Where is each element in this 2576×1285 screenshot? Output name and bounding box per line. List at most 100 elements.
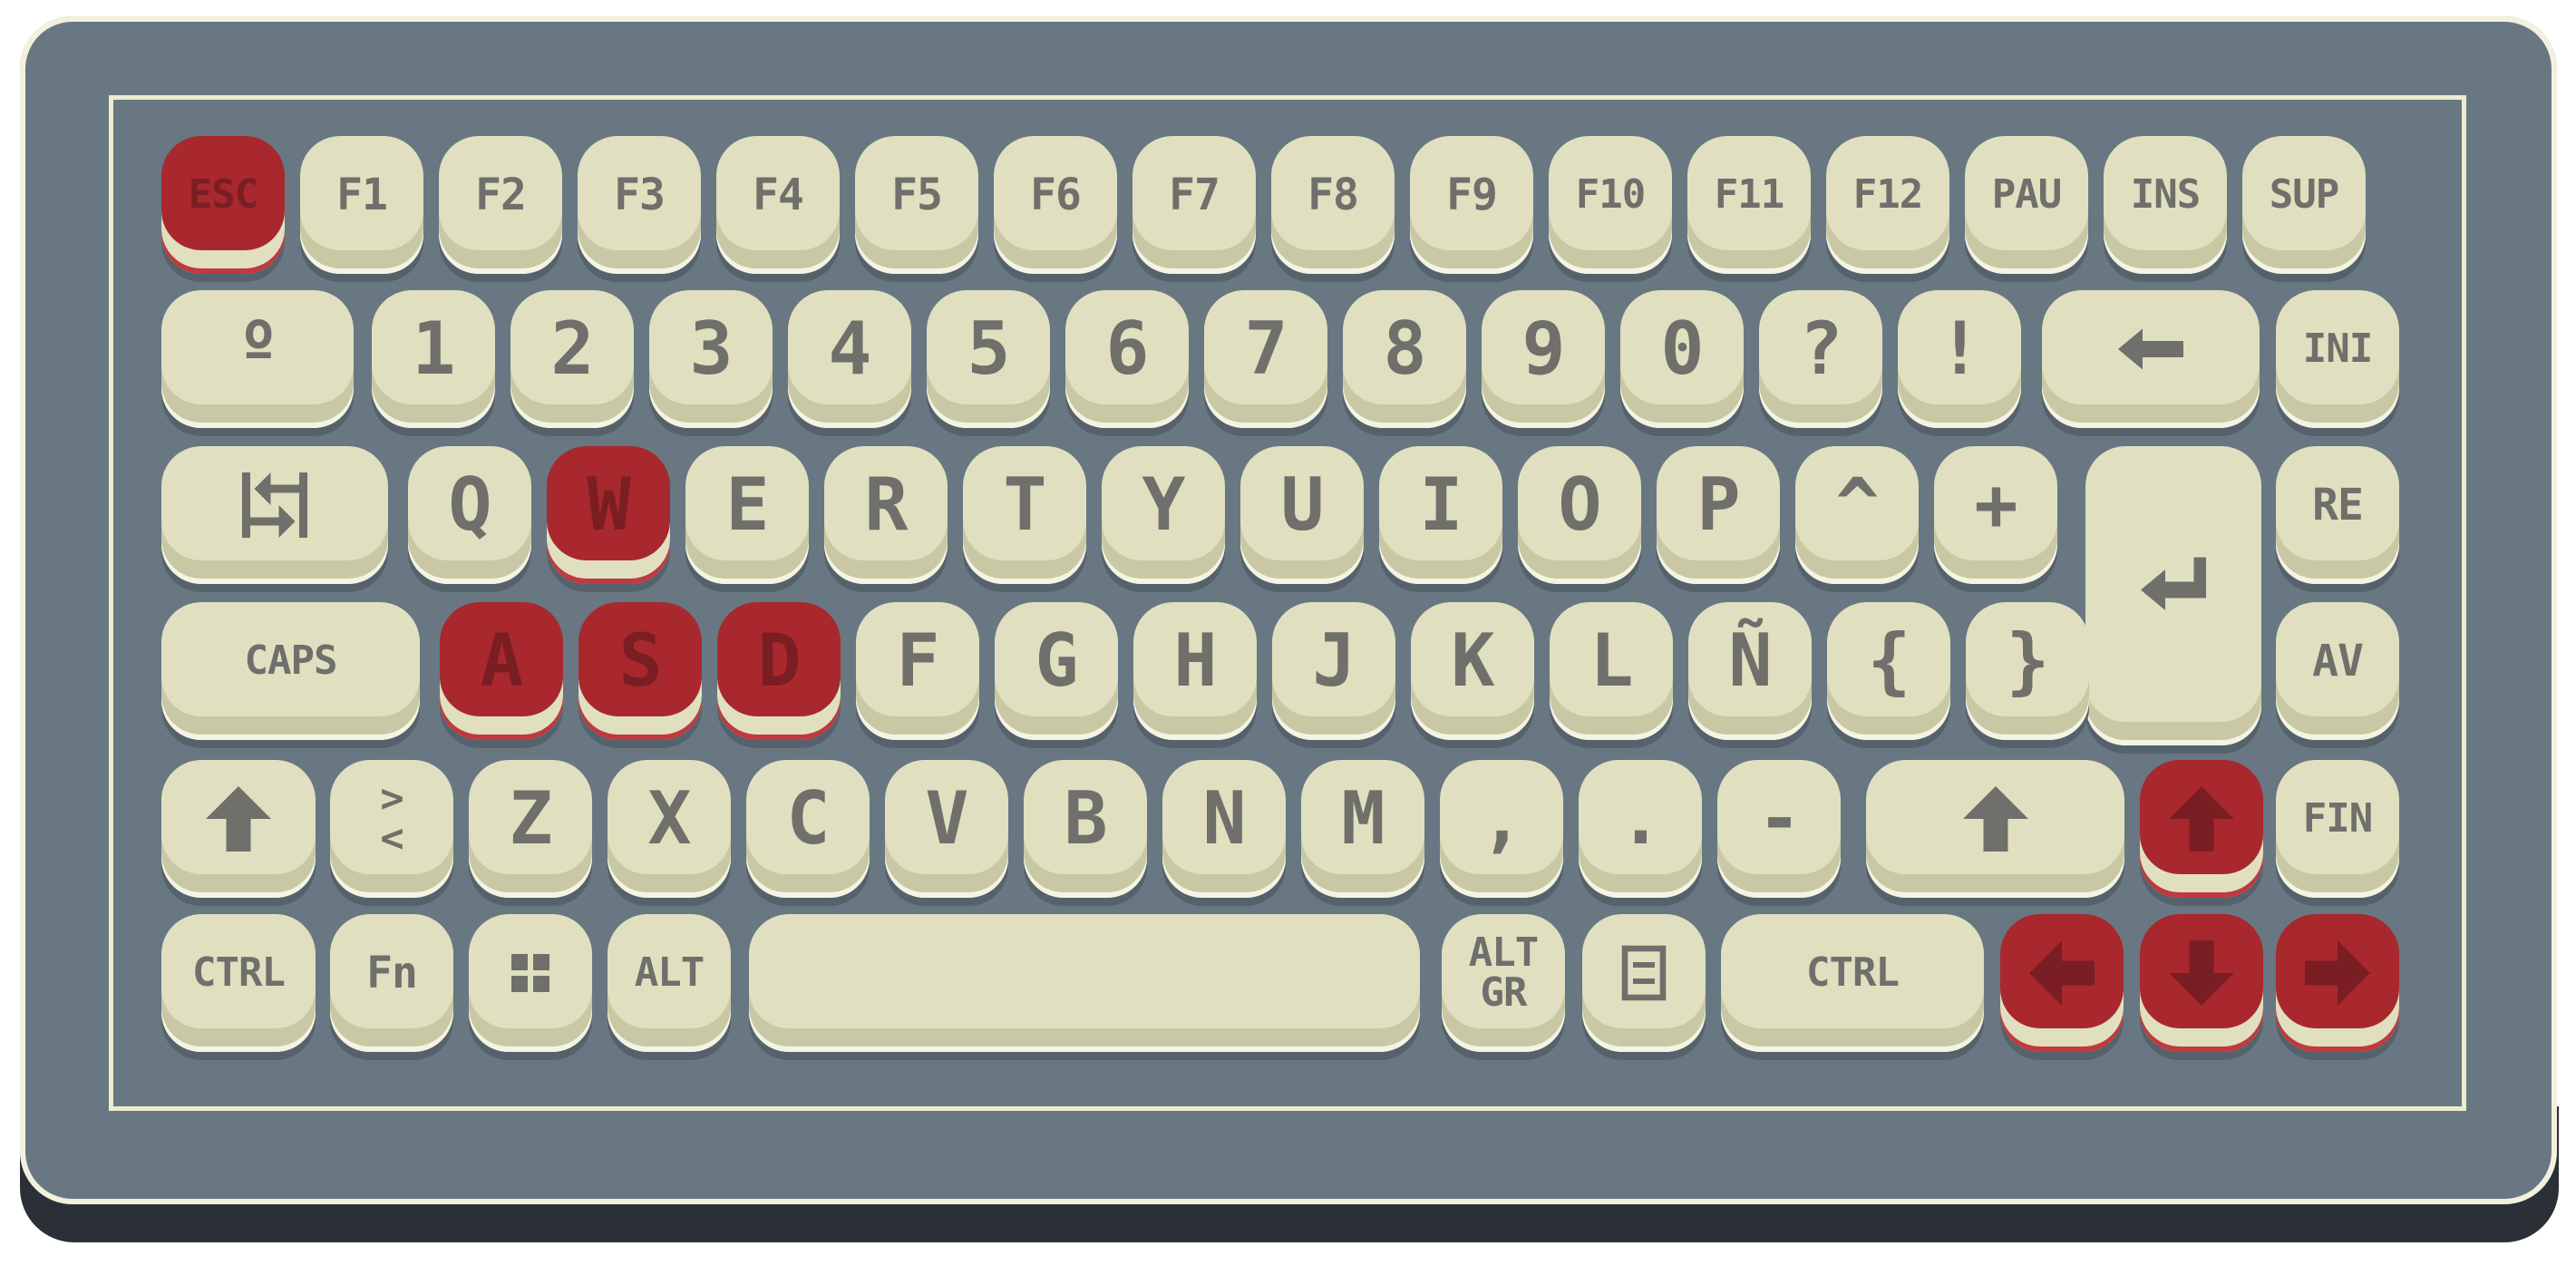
key-6[interactable]: 6 [1065, 290, 1189, 428]
key-menu[interactable] [1582, 914, 1706, 1052]
key-down[interactable] [2140, 914, 2263, 1052]
key-r[interactable]: R [824, 446, 948, 584]
key-rbrace[interactable]: } [1966, 602, 2089, 740]
key-legend: G [1035, 618, 1078, 703]
key-5[interactable]: 5 [927, 290, 1050, 428]
key-8[interactable]: 8 [1343, 290, 1466, 428]
key-w[interactable]: W [547, 446, 670, 584]
key-lshift[interactable] [161, 760, 316, 898]
key-legend: 1 [412, 307, 455, 391]
key-f4[interactable]: F4 [716, 136, 840, 274]
key-legend: 0 [1660, 307, 1704, 391]
key-i[interactable]: I [1379, 446, 1502, 584]
key-f[interactable]: F [856, 602, 979, 740]
key-caret[interactable]: ^ [1795, 446, 1919, 584]
key-legend: F7 [1169, 170, 1220, 220]
key-question[interactable]: ? [1759, 290, 1882, 428]
key-f12[interactable]: F12 [1826, 136, 1949, 274]
key-lctrl[interactable]: CTRL [161, 914, 316, 1052]
key-pau[interactable]: PAU [1965, 136, 2088, 274]
key-legend: 6 [1105, 307, 1149, 391]
key-s[interactable]: S [578, 602, 702, 740]
key-legend: ESC [188, 171, 258, 218]
key-3[interactable]: 3 [649, 290, 773, 428]
key-q[interactable]: Q [408, 446, 531, 584]
key-space[interactable] [749, 914, 1420, 1052]
key-legend: 2 [550, 307, 594, 391]
key-legend: Ñ [1728, 618, 1772, 703]
key-n[interactable]: N [1162, 760, 1286, 898]
key-minus[interactable]: - [1717, 760, 1841, 898]
key-left[interactable] [2000, 914, 2124, 1052]
key-f7[interactable]: F7 [1132, 136, 1256, 274]
key-a[interactable]: A [440, 602, 563, 740]
key-t[interactable]: T [963, 446, 1086, 584]
key-k[interactable]: K [1411, 602, 1534, 740]
key-f2[interactable]: F2 [439, 136, 562, 274]
key-m[interactable]: M [1301, 760, 1424, 898]
key-z[interactable]: Z [469, 760, 592, 898]
key-fin[interactable]: FIN [2276, 760, 2399, 898]
key-b[interactable]: B [1024, 760, 1147, 898]
key-av[interactable]: AV [2276, 602, 2399, 740]
key-f11[interactable]: F11 [1687, 136, 1811, 274]
key-enye[interactable]: Ñ [1688, 602, 1812, 740]
key-legend: F1 [336, 170, 388, 220]
key-esc[interactable]: ESC [161, 136, 285, 274]
key-v[interactable]: V [885, 760, 1008, 898]
key-4[interactable]: 4 [788, 290, 911, 428]
key-f8[interactable]: F8 [1271, 136, 1395, 274]
key-ordinal[interactable]: º [161, 290, 354, 428]
key-legend: F6 [1030, 170, 1082, 220]
key-u[interactable]: U [1240, 446, 1364, 584]
key-legend: F9 [1446, 170, 1498, 220]
key-right[interactable] [2276, 914, 2399, 1052]
key-legend: 3 [689, 307, 733, 391]
key-enter[interactable] [2085, 446, 2261, 745]
key-j[interactable]: J [1272, 602, 1395, 740]
key-f9[interactable]: F9 [1410, 136, 1533, 274]
key-lbrace[interactable]: { [1827, 602, 1950, 740]
key-win[interactable] [469, 914, 592, 1052]
key-exclaim[interactable]: ! [1898, 290, 2021, 428]
key-2[interactable]: 2 [510, 290, 634, 428]
key-f3[interactable]: F3 [578, 136, 701, 274]
key-sup[interactable]: SUP [2242, 136, 2366, 274]
key-9[interactable]: 9 [1482, 290, 1605, 428]
key-plus[interactable]: + [1934, 446, 2057, 584]
key-fn[interactable]: Fn [330, 914, 453, 1052]
key-d[interactable]: D [717, 602, 841, 740]
key-caps[interactable]: CAPS [161, 602, 420, 740]
key-g[interactable]: G [995, 602, 1118, 740]
key-l[interactable]: L [1550, 602, 1673, 740]
key-ini[interactable]: INI [2276, 290, 2399, 428]
key-rshift[interactable] [1866, 760, 2124, 898]
key-e[interactable]: E [685, 446, 809, 584]
key-ins[interactable]: INS [2104, 136, 2227, 274]
key-p[interactable]: P [1657, 446, 1780, 584]
key-backspace[interactable] [2042, 290, 2260, 428]
key-legend: F2 [475, 170, 527, 220]
key-rctrl[interactable]: CTRL [1721, 914, 1984, 1052]
key-0[interactable]: 0 [1620, 290, 1744, 428]
key-o[interactable]: O [1518, 446, 1641, 584]
key-f10[interactable]: F10 [1549, 136, 1672, 274]
key-1[interactable]: 1 [372, 290, 495, 428]
key-period[interactable]: . [1579, 760, 1702, 898]
key-f1[interactable]: F1 [300, 136, 423, 274]
key-h[interactable]: H [1133, 602, 1257, 740]
key-re[interactable]: RE [2276, 446, 2399, 584]
key-comma[interactable]: , [1440, 760, 1563, 898]
key-tab[interactable] [161, 446, 388, 584]
key-7[interactable]: 7 [1204, 290, 1327, 428]
key-alt[interactable]: ALT [608, 914, 731, 1052]
key-y[interactable]: Y [1102, 446, 1225, 584]
key-f6[interactable]: F6 [994, 136, 1117, 274]
key-x[interactable]: X [608, 760, 731, 898]
key-f5[interactable]: F5 [855, 136, 978, 274]
key-legend: 4 [828, 307, 871, 391]
key-angle[interactable]: > < [330, 760, 453, 898]
key-c[interactable]: C [746, 760, 870, 898]
key-altgr[interactable]: ALT GR [1442, 914, 1565, 1052]
key-up[interactable] [2140, 760, 2263, 898]
